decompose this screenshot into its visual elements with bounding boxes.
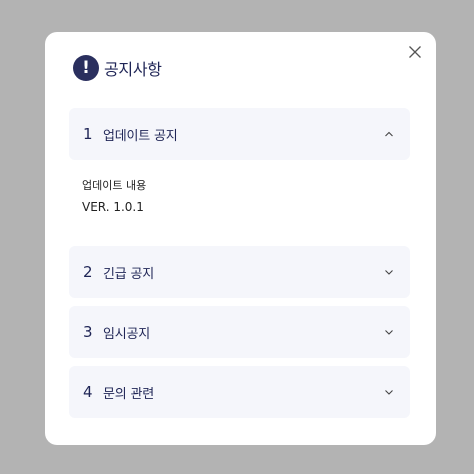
dialog-title: 공지사항	[104, 60, 162, 79]
dialog-header: ! 공지사항	[73, 54, 162, 82]
notice-label: 임시공지	[103, 326, 151, 342]
notice-item-inquiry[interactable]: 4 문의 관련	[69, 366, 410, 418]
notice-item-temporary[interactable]: 3 임시공지	[69, 306, 410, 358]
chevron-down-icon	[385, 328, 393, 336]
alert-icon: !	[73, 55, 99, 81]
notice-label: 업데이트 공지	[103, 128, 178, 144]
chevron-down-icon	[385, 268, 393, 276]
close-button[interactable]	[408, 45, 422, 59]
close-icon	[409, 46, 421, 58]
version-text: VER. 1.0.1	[82, 200, 144, 214]
notice-label: 문의 관련	[103, 386, 154, 402]
chevron-up-icon	[385, 130, 393, 138]
notice-number: 4	[83, 383, 93, 401]
notice-dialog: ! 공지사항 1 업데이트 공지 업데이트 내용 VER. 1.0.1 2 긴급…	[45, 32, 436, 445]
notice-label: 긴급 공지	[103, 266, 154, 282]
content-heading: 업데이트 내용	[82, 179, 147, 192]
notice-number: 1	[83, 125, 93, 143]
chevron-down-icon	[385, 388, 393, 396]
notice-number: 3	[83, 323, 93, 341]
notice-number: 2	[83, 263, 93, 281]
notice-item-urgent[interactable]: 2 긴급 공지	[69, 246, 410, 298]
notice-item-update[interactable]: 1 업데이트 공지	[69, 108, 410, 160]
notice-content: 업데이트 내용 VER. 1.0.1	[82, 178, 382, 215]
